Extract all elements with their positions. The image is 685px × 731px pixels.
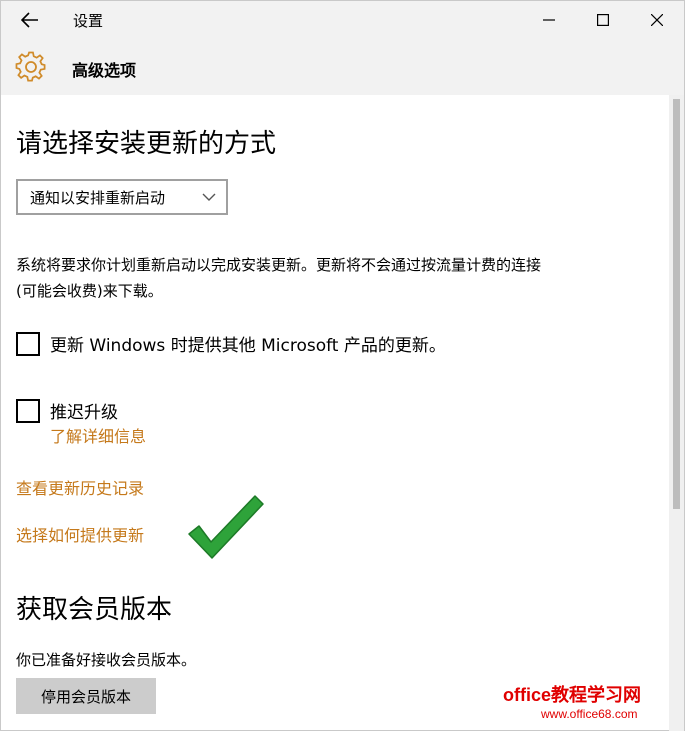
defer-upgrades-checkbox[interactable]	[16, 398, 40, 423]
title-bar: 设置	[1, 1, 684, 39]
minimize-icon	[543, 19, 555, 21]
minimize-button[interactable]	[522, 1, 576, 39]
close-icon	[651, 14, 663, 26]
back-button[interactable]	[15, 7, 45, 33]
close-button[interactable]	[630, 1, 684, 39]
defer-upgrades-label: 推迟升级	[50, 403, 118, 423]
install-method-heading: 请选择安装更新的方式	[16, 129, 277, 159]
install-method-dropdown[interactable]: 通知以安排重新启动	[16, 179, 228, 215]
content-area: 请选择安装更新的方式 通知以安排重新启动 系统将要求你计划重新启动以完成安装更新…	[1, 95, 669, 731]
scrollbar[interactable]	[669, 95, 684, 731]
stop-insider-button[interactable]: 停用会员版本	[16, 678, 156, 714]
settings-window: 设置 高级选项 请选择安装更新的方式 通知以安排重新启动 系统将要求你计划重新启…	[0, 0, 685, 731]
view-update-history-link[interactable]: 查看更新历史记录	[16, 475, 144, 499]
maximize-icon	[597, 14, 609, 26]
update-other-products-option[interactable]: 更新 Windows 时提供其他 Microsoft 产品的更新。	[16, 331, 446, 356]
page-header: 高级选项	[1, 39, 684, 95]
watermark-text: office教程学习网	[503, 685, 642, 705]
update-other-products-checkbox[interactable]	[16, 331, 40, 356]
defer-upgrades-option[interactable]: 推迟升级	[16, 398, 118, 423]
green-checkmark-icon	[188, 495, 264, 559]
learn-more-link[interactable]: 了解详细信息	[50, 423, 146, 447]
arrow-left-icon	[21, 12, 38, 28]
chevron-down-icon	[202, 193, 216, 201]
gear-icon	[15, 51, 46, 82]
insider-heading: 获取会员版本	[16, 595, 173, 625]
window-title: 设置	[73, 12, 104, 30]
insider-status: 你已准备好接收会员版本。	[16, 651, 197, 669]
maximize-button[interactable]	[576, 1, 630, 39]
dropdown-selected-value: 通知以安排重新启动	[30, 189, 166, 207]
scrollbar-thumb[interactable]	[673, 99, 680, 509]
install-description: 系统将要求你计划重新启动以完成安装更新。更新将不会通过按流量计费的连接(可能会收…	[16, 256, 542, 300]
page-title: 高级选项	[72, 61, 137, 80]
update-other-products-label: 更新 Windows 时提供其他 Microsoft 产品的更新。	[50, 336, 446, 356]
watermark-url: www.office68.com	[541, 707, 638, 721]
choose-delivery-link[interactable]: 选择如何提供更新	[16, 522, 144, 546]
